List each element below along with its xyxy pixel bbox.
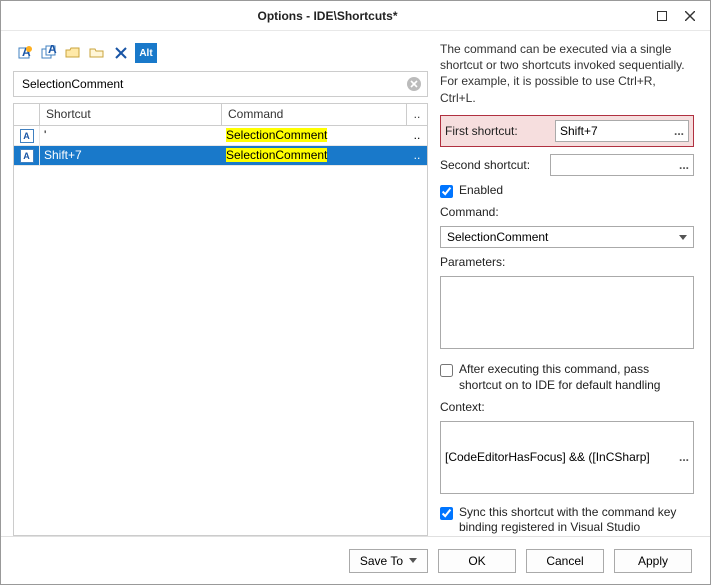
duplicate-shortcut-icon[interactable]: A	[39, 43, 59, 63]
sync-checkbox[interactable]	[440, 507, 453, 520]
close-button[interactable]	[678, 4, 702, 28]
header-more[interactable]: ..	[407, 104, 427, 125]
dialog-footer: Save To OK Cancel Apply	[1, 536, 710, 584]
enabled-checkbox[interactable]	[440, 185, 453, 198]
chevron-down-icon	[409, 558, 417, 563]
save-to-button[interactable]: Save To	[349, 549, 428, 573]
context-browse-icon[interactable]: ...	[671, 450, 689, 464]
folder-icon[interactable]	[87, 43, 107, 63]
clear-search-icon[interactable]	[404, 74, 424, 94]
pass-on-label: After executing this command, pass short…	[459, 362, 694, 393]
row-more-icon[interactable]: ..	[407, 146, 427, 165]
window-title: Options - IDE\Shortcuts*	[9, 9, 646, 23]
grid-header: Shortcut Command ..	[14, 104, 427, 126]
ok-button[interactable]: OK	[438, 549, 516, 573]
first-shortcut-input[interactable]: Shift+7 ...	[555, 120, 689, 142]
header-icon-col[interactable]	[14, 104, 40, 125]
folder-open-icon[interactable]	[63, 43, 83, 63]
cell-command: SelectionComment	[226, 148, 327, 162]
shortcut-icon: A	[20, 149, 34, 163]
pass-on-checkbox[interactable]	[440, 364, 453, 377]
sync-row: Sync this shortcut with the command key …	[440, 505, 694, 536]
maximize-button[interactable]	[650, 4, 674, 28]
command-label: Command:	[440, 205, 694, 219]
search-box	[13, 71, 428, 97]
header-shortcut[interactable]: Shortcut	[40, 104, 222, 125]
command-combo[interactable]: SelectionComment	[440, 226, 694, 248]
parameters-input[interactable]	[440, 276, 694, 349]
search-input[interactable]	[13, 71, 428, 97]
titlebar: Options - IDE\Shortcuts*	[1, 1, 710, 31]
first-shortcut-browse-icon[interactable]: ...	[666, 124, 684, 138]
pass-on-row: After executing this command, pass short…	[440, 362, 694, 393]
first-shortcut-value: Shift+7	[560, 124, 666, 138]
details-panel: The command can be executed via a single…	[440, 41, 698, 536]
row-more-icon[interactable]: ..	[407, 126, 427, 145]
command-value: SelectionComment	[447, 230, 548, 244]
svg-text:A: A	[48, 45, 57, 56]
second-shortcut-input[interactable]: ...	[550, 154, 694, 176]
context-label: Context:	[440, 400, 694, 414]
apply-button[interactable]: Apply	[614, 549, 692, 573]
second-shortcut-row: Second shortcut: ...	[440, 154, 694, 176]
description-text: The command can be executed via a single…	[440, 41, 694, 106]
enabled-checkbox-row: Enabled	[440, 183, 694, 199]
sync-label: Sync this shortcut with the command key …	[459, 505, 694, 536]
cell-shortcut: '	[40, 126, 222, 145]
second-shortcut-browse-icon[interactable]: ...	[671, 158, 689, 172]
cell-command: SelectionComment	[226, 128, 327, 142]
context-input[interactable]: [CodeEditorHasFocus] && ([InCSharp] ...	[440, 421, 694, 494]
enabled-label: Enabled	[459, 183, 694, 199]
grid-body[interactable]: A ' SelectionComment .. A Shift+7 Select…	[14, 126, 427, 535]
shortcut-list-panel: A A Alt	[13, 41, 428, 536]
context-value: [CodeEditorHasFocus] && ([InCSharp]	[445, 450, 671, 464]
parameters-label: Parameters:	[440, 255, 694, 269]
cell-shortcut: Shift+7	[40, 146, 222, 165]
chevron-down-icon	[679, 235, 687, 240]
header-command[interactable]: Command	[222, 104, 407, 125]
shortcut-icon: A	[20, 129, 34, 143]
cancel-button[interactable]: Cancel	[526, 549, 604, 573]
table-row[interactable]: A Shift+7 SelectionComment ..	[14, 146, 427, 166]
options-dialog: Options - IDE\Shortcuts* A A	[0, 0, 711, 585]
toolbar: A A Alt	[13, 41, 428, 65]
save-to-label: Save To	[360, 554, 403, 568]
shortcut-grid: Shortcut Command .. A ' SelectionComment…	[13, 103, 428, 536]
alt-toggle-button[interactable]: Alt	[135, 43, 157, 63]
table-row[interactable]: A ' SelectionComment ..	[14, 126, 427, 146]
new-shortcut-icon[interactable]: A	[15, 43, 35, 63]
delete-icon[interactable]	[111, 43, 131, 63]
first-shortcut-row: First shortcut: Shift+7 ...	[440, 115, 694, 147]
first-shortcut-label: First shortcut:	[445, 124, 547, 138]
second-shortcut-label: Second shortcut:	[440, 158, 542, 172]
